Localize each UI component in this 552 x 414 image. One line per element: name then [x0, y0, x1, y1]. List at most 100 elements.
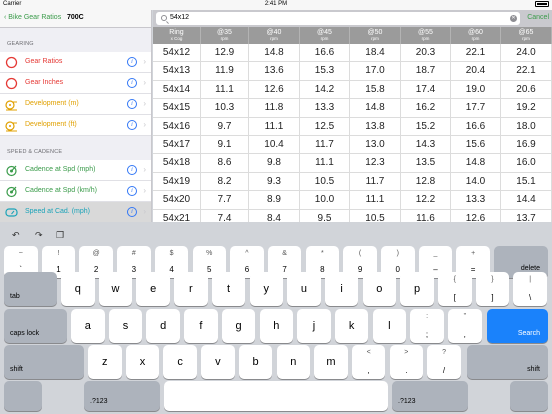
sidebar-item-6[interactable]: Speed at Cad. (mph) i ›: [0, 202, 151, 222]
key-t[interactable]: t: [211, 272, 246, 306]
speed-cell: 8.2: [201, 172, 249, 191]
key-shift-glyph: #: [131, 250, 136, 257]
key-][interactable]: }]: [475, 272, 510, 306]
space-bar[interactable]: [164, 381, 388, 411]
key-g[interactable]: g: [221, 309, 256, 343]
speed-cell: 22.1: [501, 62, 552, 80]
key-.[interactable]: >.: [389, 345, 424, 379]
key-glyph: p: [413, 283, 421, 295]
key-d[interactable]: d: [146, 309, 180, 343]
chevron-right-icon: ›: [143, 78, 146, 87]
key-p[interactable]: p: [400, 272, 434, 306]
key-i[interactable]: i: [324, 272, 359, 306]
key-shift-glyph: <: [366, 349, 371, 356]
speed-cell: 11.8: [249, 99, 300, 117]
paste-icon[interactable]: ❐: [56, 230, 64, 241]
key-n[interactable]: n: [276, 345, 310, 379]
key-a[interactable]: a: [71, 309, 105, 343]
speed-cell: 9.1: [201, 135, 249, 154]
back-button[interactable]: ‹ Bike Gear Ratios: [4, 14, 61, 21]
cancel-button[interactable]: Cancel: [527, 14, 549, 21]
table-row: 54x12 12.9 14.8 16.6 18.4 20.3 22.1 24.0: [153, 44, 552, 63]
keyboard-dismiss-key[interactable]: [510, 381, 548, 411]
sidebar-item-3[interactable]: Development (ft) i ›: [0, 115, 151, 136]
speed-cell: 17.4: [401, 80, 451, 99]
caps-lock-key[interactable]: caps lock: [4, 309, 67, 343]
key-glyph: y: [263, 283, 270, 295]
key-,[interactable]: <,: [351, 345, 386, 379]
key-glyph: k: [348, 320, 355, 332]
emoji-key[interactable]: [4, 381, 42, 411]
speed-cell: 14.8: [350, 99, 401, 117]
sidebar-item-1[interactable]: Gear Inches i ›: [0, 73, 151, 94]
key-x[interactable]: x: [125, 345, 160, 379]
sidebar-item-5[interactable]: Cadence at Spd (km/h) i ›: [0, 181, 151, 202]
speed-cell: 13.7: [501, 209, 552, 222]
info-icon[interactable]: i: [127, 99, 137, 109]
key-k[interactable]: k: [334, 309, 369, 343]
table-row: 54x20 7.7 8.9 10.0 11.1 12.2 13.3 14.4: [153, 191, 552, 210]
key-w[interactable]: w: [98, 272, 133, 306]
speed-cell: 20.4: [451, 62, 501, 80]
clear-icon[interactable]: ✕: [510, 15, 517, 22]
info-icon[interactable]: i: [127, 186, 137, 196]
key-[[interactable]: {[: [438, 272, 472, 306]
speed-cell: 14.8: [451, 154, 501, 172]
column-header-unit: rpm: [220, 36, 229, 41]
key-z[interactable]: z: [88, 345, 122, 379]
key-m[interactable]: m: [314, 345, 348, 379]
key-c[interactable]: c: [163, 345, 197, 379]
shift-right-key[interactable]: shift: [467, 345, 548, 379]
column-header-unit: rpm: [320, 36, 329, 41]
key-h[interactable]: h: [259, 309, 293, 343]
undo-icon[interactable]: ↶: [12, 230, 20, 241]
key-q[interactable]: q: [61, 272, 95, 306]
key-/[interactable]: ? /: [427, 345, 461, 379]
numbers-key-right[interactable]: .?123: [392, 381, 468, 411]
key-y[interactable]: y: [249, 272, 283, 306]
key-r[interactable]: r: [174, 272, 208, 306]
info-icon[interactable]: i: [127, 207, 137, 217]
info-icon[interactable]: i: [127, 57, 137, 67]
gear-combo-cell: 54x14: [153, 80, 201, 99]
sidebar-item-2[interactable]: Development (m) i ›: [0, 94, 151, 115]
info-icon[interactable]: i: [127, 120, 137, 130]
key-l[interactable]: l: [372, 309, 407, 343]
sidebar-item-4[interactable]: Cadence at Spd (mph) i ›: [0, 160, 151, 181]
key-glyph: r: [189, 283, 193, 295]
shift-left-key[interactable]: shift: [4, 345, 84, 379]
column-header-unit: rpm: [371, 36, 379, 41]
key-glyph: e: [150, 283, 157, 295]
key-glyph: i: [340, 283, 343, 295]
search-key[interactable]: Search: [487, 309, 548, 343]
speed-cell: 10.5: [300, 172, 350, 191]
search-input[interactable]: 54x12: [170, 14, 189, 21]
key-glyph: \: [529, 293, 532, 302]
key-\[interactable]: | \: [513, 272, 547, 306]
sidebar-item-label: Speed at Cad. (mph): [25, 208, 90, 215]
key-;[interactable]: :;: [410, 309, 444, 343]
key-b[interactable]: b: [238, 345, 273, 379]
sidebar-item-0[interactable]: Gear Ratios i ›: [0, 52, 151, 73]
key-e[interactable]: e: [136, 272, 170, 306]
search-bar: 54x12 ✕ Cancel: [153, 10, 552, 27]
table-row: 54x17 9.1 10.4 11.7 13.0 14.3 15.6 16.9: [153, 135, 552, 155]
speed-cell: 15.3: [300, 62, 350, 80]
key-glyph: u: [300, 283, 307, 295]
key-shift-glyph: _: [433, 250, 438, 257]
gear-combo-cell: 54x20: [153, 191, 201, 209]
key-j[interactable]: j: [297, 309, 331, 343]
key-o[interactable]: o: [362, 272, 397, 306]
key-u[interactable]: u: [287, 272, 321, 306]
key-f[interactable]: f: [184, 309, 218, 343]
key-v[interactable]: v: [201, 345, 235, 379]
info-icon[interactable]: i: [127, 165, 137, 175]
key-,[interactable]: ”,: [448, 309, 482, 343]
numbers-key-left[interactable]: .?123: [84, 381, 160, 411]
key-s[interactable]: s: [108, 309, 143, 343]
tab-key[interactable]: tab: [4, 272, 57, 306]
info-icon[interactable]: i: [127, 78, 137, 88]
redo-icon[interactable]: ↷: [35, 230, 43, 241]
speed-cell: 10.0: [300, 191, 350, 209]
search-field[interactable]: 54x12 ✕: [156, 12, 520, 25]
